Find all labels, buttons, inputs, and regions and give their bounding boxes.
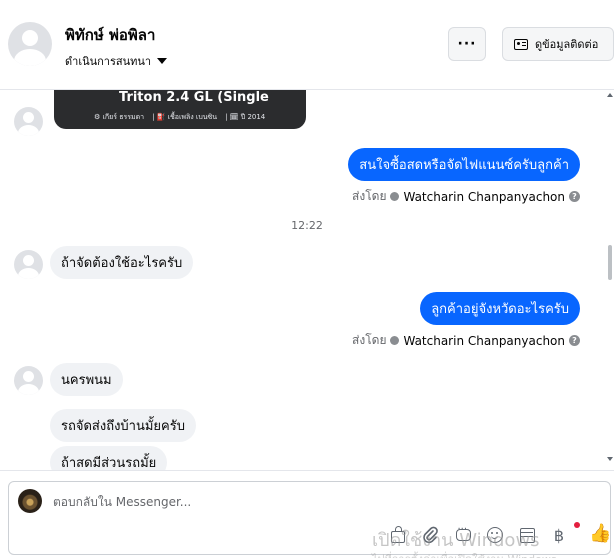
manage-conversation-label: ดำเนินการสนทนา — [65, 55, 152, 68]
sender-name: Watcharin Chanpanyachon — [403, 333, 565, 348]
table-icon[interactable] — [517, 525, 537, 545]
sender-avatar[interactable] — [14, 250, 43, 279]
sent-by-line: ส่งโดย Watcharin Chanpanyachon ? — [352, 187, 580, 206]
sender-avatar[interactable] — [14, 366, 43, 395]
incoming-message[interactable]: ถ้าสดมีส่วนรถมั้ย — [50, 446, 168, 470]
sender-avatar[interactable] — [14, 107, 43, 136]
verified-icon — [390, 192, 400, 201]
page-avatar — [18, 489, 42, 513]
like-icon[interactable]: 👍 — [589, 523, 611, 544]
paperclip-icon[interactable] — [420, 525, 440, 545]
outgoing-message[interactable]: ลูกค้าอยู่จังหวัดอะไรครับ — [420, 292, 580, 325]
chevron-down-icon — [157, 58, 168, 64]
view-contact-info-label: ดูข้อมูลติดต่อ — [535, 38, 599, 51]
scroll-thumb[interactable] — [608, 245, 612, 280]
reply-composer: ฿ 👍 — [8, 481, 611, 555]
smile-icon[interactable] — [485, 525, 505, 545]
conversation-header: พิทักษ์ พ่อพิลา ดำเนินการสนทนา ··· ดูข้อ… — [0, 0, 614, 90]
more-options-button[interactable]: ··· — [448, 27, 486, 61]
help-icon[interactable]: ? — [569, 191, 580, 202]
chat-icon[interactable] — [453, 524, 473, 545]
incoming-message[interactable]: ถ้าจัดต้องใช้อะไรครับ — [50, 246, 194, 279]
scroll-down-arrow-icon[interactable] — [607, 457, 613, 461]
message-timestamp: 12:22 — [291, 219, 323, 232]
contact-name[interactable]: พิทักษ์ พ่อพิลา — [65, 23, 155, 47]
sent-by-prefix: ส่งโดย — [352, 189, 387, 203]
message-scrollbar[interactable] — [606, 90, 614, 470]
outgoing-message[interactable]: สนใจซื้อสดหรือจัดไฟแนนซ์ครับลูกค้า — [348, 148, 580, 181]
scroll-up-arrow-icon[interactable] — [607, 93, 613, 97]
sent-by-prefix: ส่งโดย — [352, 333, 387, 347]
contact-avatar[interactable] — [8, 22, 52, 66]
help-icon[interactable]: ? — [569, 335, 580, 346]
view-contact-info-button[interactable]: ดูข้อมูลติดต่อ — [502, 27, 614, 61]
bag-icon[interactable] — [388, 525, 408, 545]
incoming-message[interactable]: รถจัดส่งถึงบ้านมั้ยครับ — [50, 409, 196, 442]
product-year: | 🗓 ปี 2014 — [225, 113, 266, 121]
baht-icon[interactable]: ฿ — [549, 525, 569, 545]
composer-divider — [0, 470, 614, 471]
sent-by-line: ส่งโดย Watcharin Chanpanyachon ? — [352, 331, 580, 350]
contact-card-icon — [514, 38, 528, 50]
verified-icon — [390, 336, 400, 345]
notification-dot — [574, 522, 580, 528]
message-list[interactable]: Triton 2.4 GL (Single ⚙ เกียร์ ธรรมดา | … — [0, 90, 606, 470]
reply-input[interactable] — [53, 492, 353, 512]
sender-name: Watcharin Chanpanyachon — [403, 189, 565, 204]
product-gear: ⚙ เกียร์ ธรรมดา — [94, 113, 145, 121]
manage-conversation-dropdown[interactable]: ดำเนินการสนทนา — [65, 52, 168, 70]
product-meta: ⚙ เกียร์ ธรรมดา | ⛽ เชื้อเพลิง เบนซิน | … — [94, 112, 265, 123]
incoming-message[interactable]: นครพนม — [50, 363, 123, 396]
product-card[interactable]: Triton 2.4 GL (Single ⚙ เกียร์ ธรรมดา | … — [54, 90, 306, 129]
product-title: Triton 2.4 GL (Single — [119, 90, 269, 105]
product-fuel: | ⛽ เชื้อเพลิง เบนซิน — [152, 113, 218, 121]
